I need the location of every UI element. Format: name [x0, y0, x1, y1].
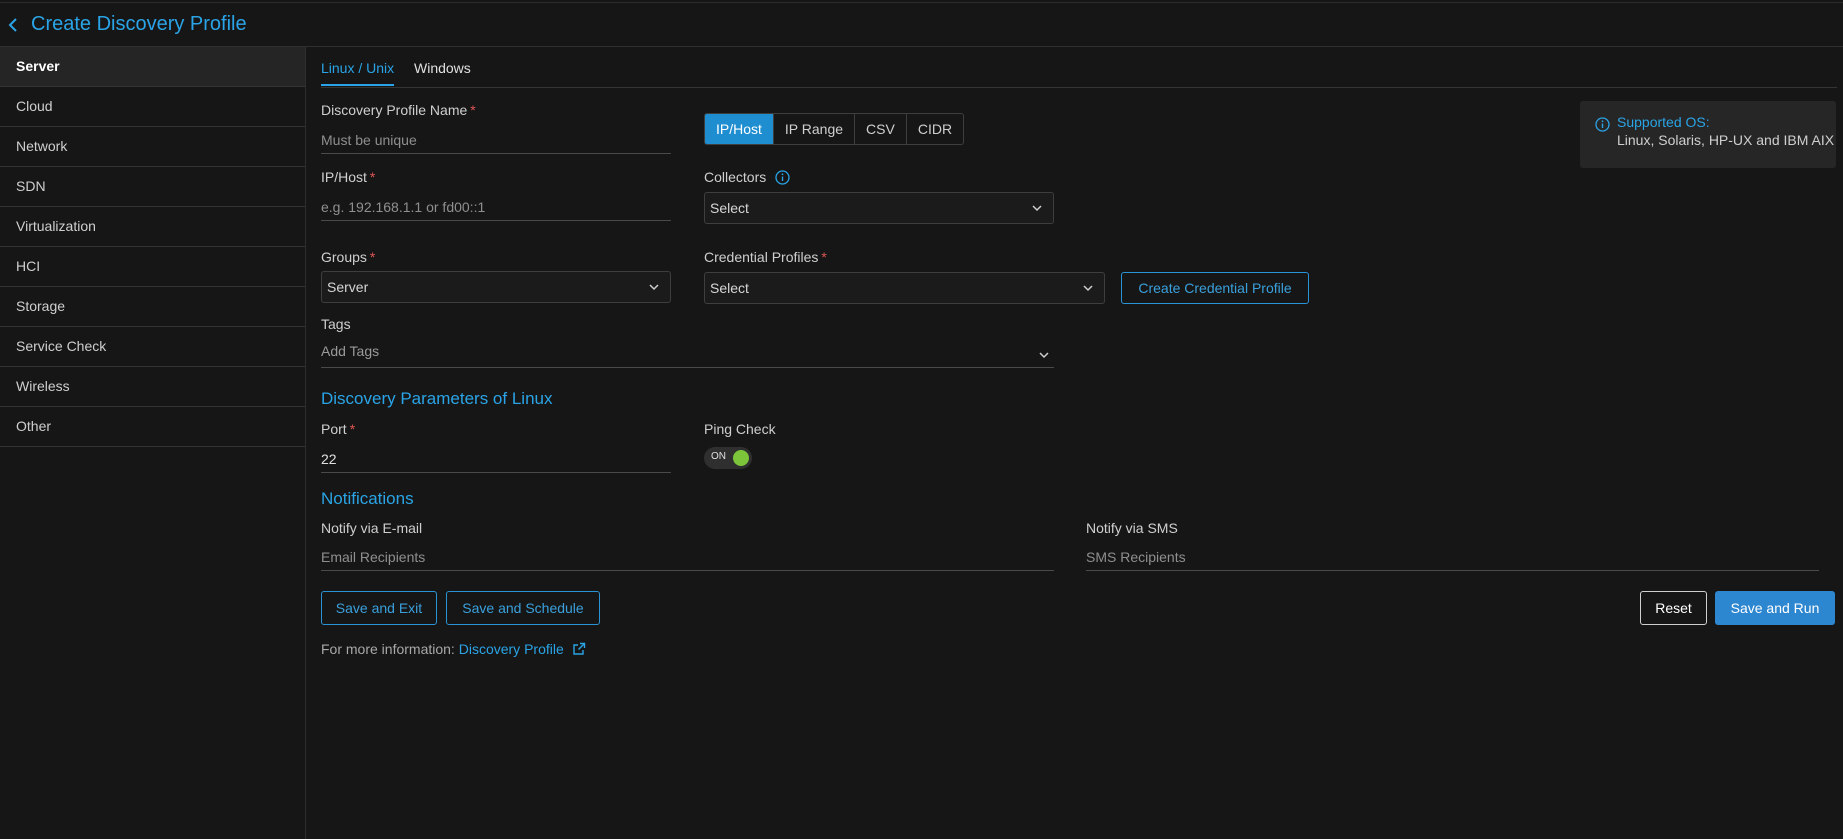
chevron-down-icon — [1083, 285, 1093, 292]
ip-type-segmented-control: IP/Host IP Range CSV CIDR — [704, 113, 965, 145]
info-icon — [1595, 117, 1610, 132]
segment-csv[interactable]: CSV — [855, 114, 907, 144]
save-and-exit-button[interactable]: Save and Exit — [321, 591, 437, 625]
supported-os-title: Supported OS: — [1617, 114, 1710, 130]
port-input[interactable] — [321, 446, 671, 472]
page-title: Create Discovery Profile — [31, 13, 247, 35]
more-info-text: For more information: — [321, 641, 455, 657]
segment-cidr[interactable]: CIDR — [907, 114, 963, 144]
groups-select[interactable]: Server — [321, 271, 671, 303]
toggle-knob — [733, 450, 749, 466]
credential-profiles-label-text: Credential Profiles — [704, 249, 819, 265]
profile-name-label-text: Discovery Profile Name — [321, 102, 468, 118]
ip-host-input[interactable] — [321, 194, 671, 220]
groups-label: Groups * — [321, 249, 375, 265]
sidebar-item-cloud[interactable]: Cloud — [0, 87, 305, 127]
tab-windows[interactable]: Windows — [414, 60, 471, 84]
port-label: Port * — [321, 421, 355, 437]
groups-label-text: Groups — [321, 249, 367, 265]
required-mark: * — [349, 421, 356, 437]
profile-name-input[interactable] — [321, 127, 671, 153]
chevron-down-icon — [649, 284, 659, 291]
sms-recipients-input[interactable] — [1086, 544, 1819, 570]
tags-placeholder: Add Tags — [321, 343, 380, 359]
chevron-down-icon — [1032, 205, 1042, 212]
collectors-label-text: Collectors — [704, 169, 767, 185]
required-mark: * — [821, 249, 827, 265]
port-field — [321, 444, 671, 473]
discovery-profile-link[interactable]: Discovery Profile — [459, 641, 564, 657]
supported-os-text: Linux, Solaris, HP-UX and IBM AIX — [1617, 132, 1835, 148]
more-info: For more information: Discovery Profile — [321, 641, 586, 657]
ip-host-field — [321, 192, 671, 221]
chevron-down-icon — [1039, 352, 1049, 359]
profile-name-field — [321, 125, 671, 154]
ping-check-label: Ping Check — [704, 421, 776, 437]
segment-ip-host[interactable]: IP/Host — [705, 114, 774, 144]
tags-field[interactable]: Add Tags — [321, 339, 1054, 368]
credential-profiles-select-value: Select — [710, 280, 749, 296]
external-link-icon[interactable] — [572, 642, 586, 656]
discovery-params-title: Discovery Parameters of Linux — [321, 389, 553, 408]
sidebar-item-service-check[interactable]: Service Check — [0, 327, 305, 367]
notify-email-label: Notify via E-mail — [321, 520, 423, 536]
collectors-select[interactable]: Select — [704, 192, 1054, 224]
credential-profiles-select[interactable]: Select — [704, 272, 1105, 304]
collectors-label: Collectors — [704, 169, 790, 185]
required-mark: * — [369, 249, 376, 265]
notify-sms-label: Notify via SMS — [1086, 520, 1178, 536]
chevron-left-icon[interactable] — [6, 16, 20, 34]
sidebar-item-server[interactable]: Server — [0, 47, 305, 87]
create-credential-profile-button[interactable]: Create Credential Profile — [1121, 272, 1309, 304]
port-label-text: Port — [321, 421, 347, 437]
email-recipients-input[interactable] — [321, 544, 1054, 570]
tab-linux-unix[interactable]: Linux / Unix — [321, 60, 395, 86]
required-mark: * — [470, 102, 476, 118]
sidebar-item-other[interactable]: Other — [0, 407, 305, 447]
ping-check-state: ON — [711, 451, 726, 462]
tags-label: Tags — [321, 316, 351, 332]
reset-button[interactable]: Reset — [1640, 591, 1707, 625]
sms-recipients-field — [1086, 542, 1819, 571]
segment-ip-range[interactable]: IP Range — [774, 114, 856, 144]
sidebar-item-wireless[interactable]: Wireless — [0, 367, 305, 407]
sidebar-item-sdn[interactable]: SDN — [0, 167, 305, 207]
os-tabs: Linux / Unix Windows — [321, 47, 1837, 88]
profile-name-label: Discovery Profile Name * — [321, 102, 476, 118]
email-recipients-field — [321, 542, 1054, 571]
main-content: Linux / Unix Windows Discovery Profile N… — [306, 47, 1843, 839]
supported-os-info: Supported OS: Linux, Solaris, HP-UX and … — [1580, 101, 1836, 168]
save-and-run-button[interactable]: Save and Run — [1715, 591, 1835, 625]
sidebar-item-network[interactable]: Network — [0, 127, 305, 167]
sidebar-item-virtualization[interactable]: Virtualization — [0, 207, 305, 247]
collectors-select-value: Select — [710, 200, 749, 216]
required-mark: * — [369, 169, 376, 185]
ping-check-toggle[interactable]: ON — [704, 447, 752, 469]
credential-profiles-label: Credential Profiles * — [704, 249, 827, 265]
sidebar-item-hci[interactable]: HCI — [0, 247, 305, 287]
ip-host-label: IP/Host * — [321, 169, 375, 185]
sidebar-item-storage[interactable]: Storage — [0, 287, 305, 327]
ip-host-label-text: IP/Host — [321, 169, 367, 185]
info-icon[interactable] — [775, 170, 790, 185]
page-header: Create Discovery Profile — [0, 3, 1843, 47]
save-and-schedule-button[interactable]: Save and Schedule — [446, 591, 600, 625]
sidebar: Server Cloud Network SDN Virtualization … — [0, 47, 306, 839]
groups-select-value: Server — [327, 279, 369, 295]
notifications-title: Notifications — [321, 489, 414, 508]
